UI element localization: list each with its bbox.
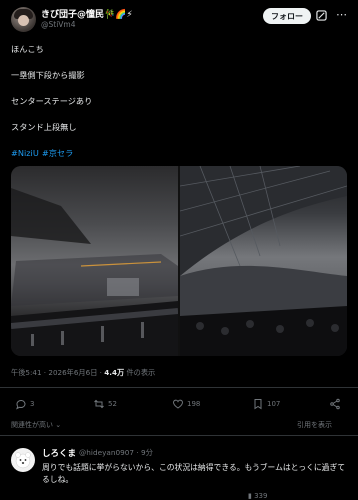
like-button[interactable]: 198: [172, 398, 200, 410]
bookmark-count: 107: [267, 400, 281, 408]
repost-button[interactable]: 52: [93, 398, 117, 410]
chevron-down-icon: ⌄: [55, 421, 62, 429]
more-options-icon[interactable]: ⋯: [336, 9, 347, 21]
reply-avatar[interactable]: [11, 448, 35, 472]
like-count: 198: [187, 400, 201, 408]
hashtag-kyocera[interactable]: #京セラ: [42, 148, 73, 158]
view-quotes-link[interactable]: 引用を表示: [297, 420, 332, 430]
hashtags: #NiziU #京セラ: [11, 147, 76, 159]
post-text-line: センターステージあり: [11, 96, 93, 106]
views-count: 4.4万: [104, 368, 125, 377]
bookmark-button[interactable]: 107: [252, 398, 280, 410]
author-avatar[interactable]: [11, 7, 36, 32]
stadium-photo-left[interactable]: [11, 166, 178, 356]
repost-count: 52: [108, 400, 117, 408]
views-label: 件の表示: [126, 368, 156, 377]
reply-views[interactable]: ▮ 339: [248, 492, 267, 500]
divider: [0, 435, 358, 436]
reply-author-name[interactable]: しろくま: [42, 447, 76, 459]
reply-icon: [16, 400, 26, 410]
post-meta: 午後5:41 · 2026年6月6日 · 4.4万 件の表示: [11, 368, 156, 377]
reply-button[interactable]: 3: [15, 398, 34, 410]
heart-icon: [173, 399, 183, 409]
media-grid: [11, 166, 347, 356]
post-date[interactable]: 2026年6月6日: [48, 368, 97, 377]
post-time: 午後5:41: [11, 368, 42, 377]
reply-views-count: 339: [254, 492, 268, 500]
hashtag-niziu[interactable]: #NiziU: [11, 148, 39, 158]
share-button[interactable]: [329, 398, 341, 410]
sort-dropdown[interactable]: 関連性が高い ⌄: [11, 420, 61, 430]
views-icon: ▮: [248, 492, 252, 500]
bookmark-icon: [254, 399, 262, 410]
author-handle[interactable]: @StiVm4: [41, 20, 76, 29]
repost-icon: [94, 399, 104, 409]
reply-author-handle[interactable]: @hideyan0907 · 9分: [79, 448, 153, 458]
share-icon: [330, 398, 340, 410]
follow-button[interactable]: フォロー: [263, 8, 311, 24]
post-text-line: ほんこち: [11, 44, 44, 54]
author-name[interactable]: きび団子@憧民🎋🌈⚡: [41, 7, 133, 20]
reply-count: 3: [30, 400, 35, 408]
sort-label: 関連性が高い: [11, 421, 53, 429]
divider: [0, 387, 358, 388]
stadium-photo-right[interactable]: [180, 166, 347, 356]
post-text-line: スタンド上段無し: [11, 122, 77, 132]
grok-icon[interactable]: [316, 10, 327, 21]
reply-text: 周りでも話題に挙がらないから、この状況は納得できる。もうブームはとっくに過ぎてる…: [42, 463, 346, 484]
post-text-line: 一塁側下段から撮影: [11, 70, 85, 80]
